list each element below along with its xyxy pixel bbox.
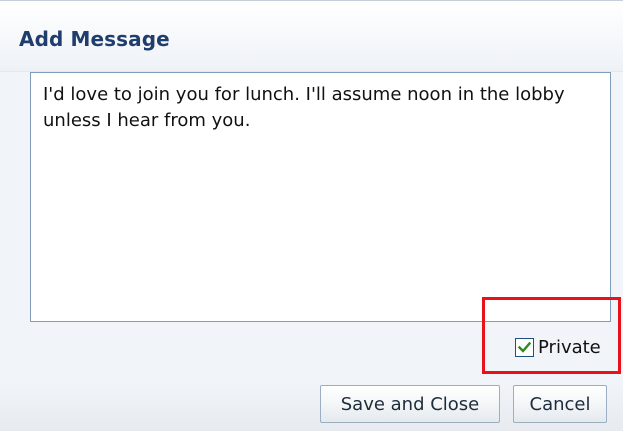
save-and-close-button[interactable]: Save and Close (320, 385, 500, 423)
cancel-button[interactable]: Cancel (513, 385, 607, 423)
private-checkbox-row[interactable]: Private (515, 334, 601, 360)
private-checkbox-label: Private (538, 336, 601, 358)
checkmark-icon (517, 341, 532, 353)
dialog-title-bar: Add Message (0, 1, 623, 72)
private-checkbox[interactable] (515, 337, 534, 357)
dialog-title: Add Message (19, 27, 170, 51)
message-textarea[interactable]: I'd love to join you for lunch. I'll ass… (30, 72, 611, 322)
add-message-dialog: Add Message I'd love to join you for lun… (0, 0, 623, 431)
